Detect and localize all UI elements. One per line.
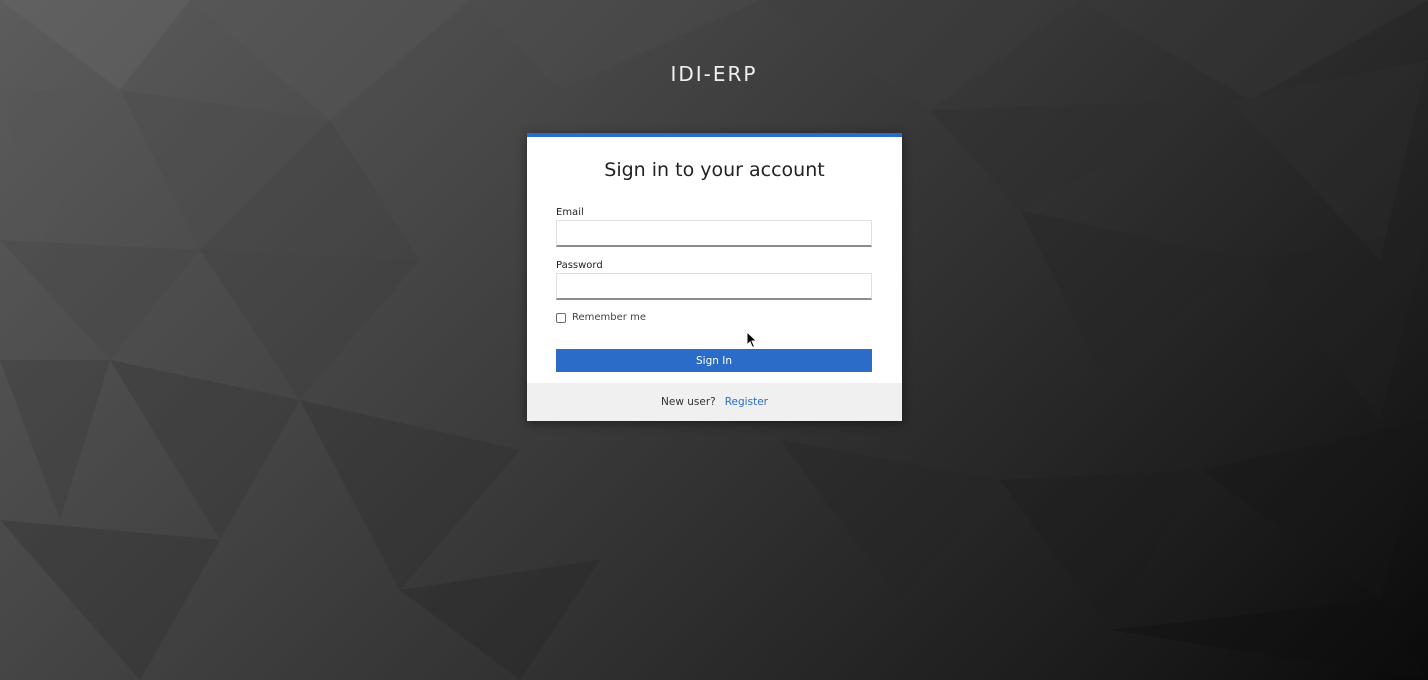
login-card: Sign in to your account Email Password R… [527, 133, 902, 421]
card-footer: New user? Register [527, 383, 902, 421]
remember-me-checkbox[interactable] [556, 312, 566, 323]
email-input[interactable] [556, 220, 872, 247]
remember-me-label[interactable]: Remember me [572, 312, 646, 323]
register-link[interactable]: Register [725, 396, 768, 408]
remember-me-row[interactable]: Remember me [556, 312, 646, 323]
login-title: Sign in to your account [604, 159, 825, 181]
new-user-text: New user? [661, 396, 716, 408]
mouse-pointer-icon [746, 331, 758, 349]
app-brand-title: IDI-ERP [670, 62, 758, 86]
email-label: Email [556, 207, 584, 218]
sign-in-button[interactable]: Sign In [556, 349, 872, 372]
password-input[interactable] [556, 273, 872, 300]
password-label: Password [556, 260, 603, 271]
